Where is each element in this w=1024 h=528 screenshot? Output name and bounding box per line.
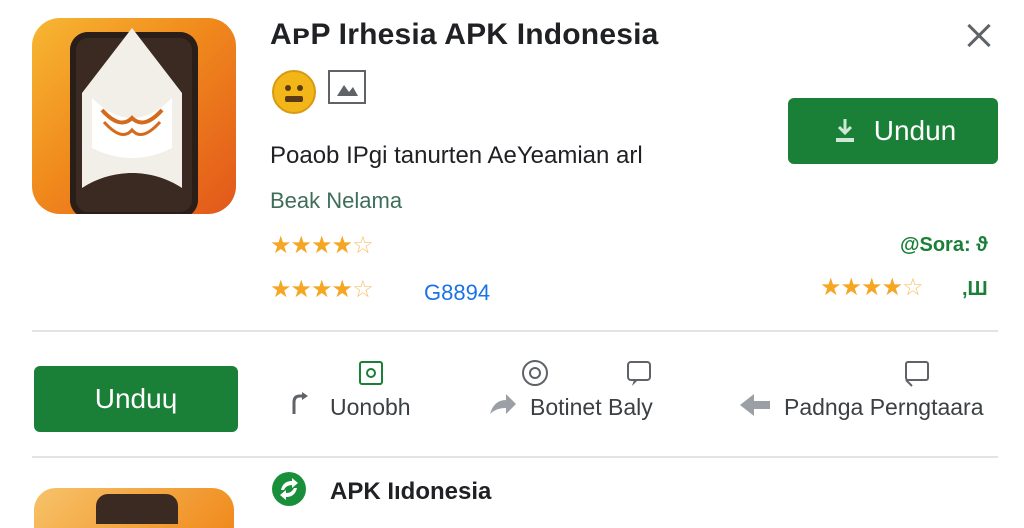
image-icon [328, 70, 366, 104]
install-label-top: Undun [873, 115, 957, 146]
brand-logo-icon [272, 472, 306, 506]
divider-bottom [32, 456, 998, 458]
forward-icon [490, 394, 516, 414]
action-refresh[interactable]: Uonobh [286, 356, 446, 426]
install-button-top[interactable]: Undun [788, 98, 998, 164]
close-icon[interactable] [960, 16, 1000, 56]
action-report[interactable]: Padnga Perngtaara [738, 356, 1000, 426]
arrow-icon [292, 392, 308, 414]
footer-title: APK Iıdonesia [330, 478, 492, 505]
report-icon [905, 361, 929, 387]
action-share-label: Botinet Baly [530, 394, 653, 420]
install-button-bottom[interactable]: Unduɥ [34, 366, 238, 432]
action-refresh-label: Uonobh [330, 394, 411, 420]
app-description: Poaob IPgi tanurten AeYeamian arl [270, 142, 643, 169]
rating-count: G8894 [424, 280, 491, 305]
app-title: AᴘP Irhesia APK Indonesia [270, 18, 659, 51]
divider-top [32, 330, 998, 332]
message-icon [627, 361, 651, 386]
content-rating-icon [272, 70, 316, 114]
download-icon [835, 119, 854, 142]
rating-stars-1: ★★★★☆ [270, 232, 374, 259]
refresh-icon [359, 361, 383, 385]
action-report-label: Padnga Perngtaara [784, 394, 984, 420]
share-icon [522, 360, 548, 386]
rating-stars-2: ★★★★☆ [270, 276, 374, 303]
app-icon-emblem [82, 28, 182, 188]
related-app-thumbnail-phone [96, 494, 178, 524]
rating-suffix: ,Ш [962, 278, 988, 300]
action-share[interactable]: Botinet Baly [488, 356, 698, 426]
score-label: @Sora: ϑ [900, 234, 988, 256]
app-icon [32, 18, 236, 214]
install-label-bottom: Unduɥ [94, 383, 178, 414]
developer-name[interactable]: Beak Nelama [270, 188, 402, 214]
send-icon [740, 394, 770, 416]
rating-stars-right: ★★★★☆ [820, 274, 924, 301]
